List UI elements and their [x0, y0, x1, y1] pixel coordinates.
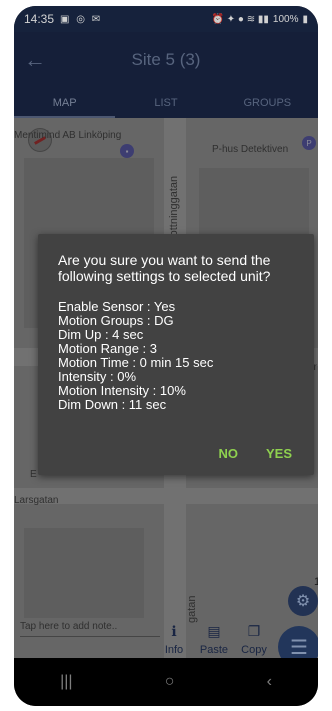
setting-line: Motion Range : 3	[58, 341, 158, 356]
setting-line: Motion Groups : DG	[58, 313, 174, 328]
setting-line: Motion Intensity : 10%	[58, 383, 186, 398]
yes-button[interactable]: YES	[266, 446, 292, 461]
setting-line: Enable Sensor : Yes	[58, 299, 176, 314]
no-button[interactable]: NO	[218, 446, 238, 461]
confirm-dialog: Are you sure you want to send the follow…	[38, 234, 314, 475]
screen: 14:35 ▣ ◎ ✉ ⏰ ✦ ● ≋ ▮▮ 100% ▮ ← Site 5 (…	[14, 6, 318, 706]
setting-line: Intensity : 0%	[58, 369, 137, 384]
phone-frame: 14:35 ▣ ◎ ✉ ⏰ ✦ ● ≋ ▮▮ 100% ▮ ← Site 5 (…	[0, 0, 332, 711]
dialog-question: Are you sure you want to send the follow…	[58, 252, 271, 284]
setting-line: Dim Up : 4 sec	[58, 327, 144, 342]
setting-line: Dim Down : 11 sec	[58, 397, 167, 412]
setting-line: Motion Time : 0 min 15 sec	[58, 355, 214, 370]
dialog-buttons: NO YES	[218, 446, 292, 461]
